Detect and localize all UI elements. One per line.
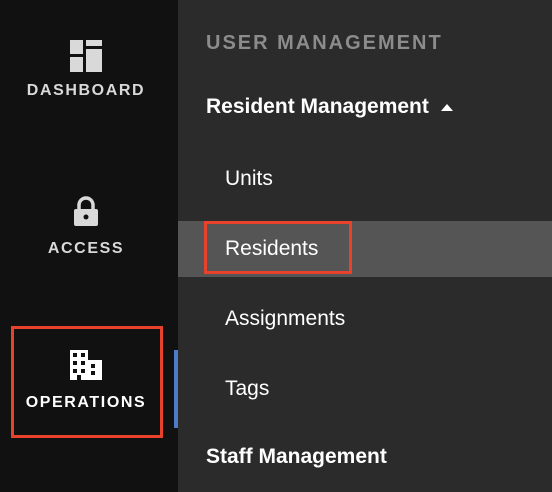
operations-highlight-box — [11, 326, 163, 438]
staff-management-toggle[interactable]: Staff Management — [206, 445, 387, 469]
nav-item-label: Units — [225, 167, 273, 190]
rail-item-dashboard[interactable]: DASHBOARD — [0, 40, 172, 100]
rail-label-access: ACCESS — [47, 240, 125, 257]
rail-label-dashboard: DASHBOARD — [26, 82, 146, 99]
group-label: Resident Management — [206, 95, 429, 118]
rail-item-access[interactable]: ACCESS — [0, 196, 172, 258]
dashboard-icon — [70, 40, 102, 72]
caret-up-icon — [440, 103, 453, 111]
lock-icon — [74, 196, 98, 226]
nav-item-assignments[interactable]: Assignments — [178, 291, 552, 347]
nav-item-label: Assignments — [225, 307, 346, 330]
group-label: Staff Management — [206, 445, 387, 468]
nav-item-label: Tags — [225, 377, 270, 400]
section-title: USER MANAGEMENT — [206, 32, 443, 54]
nav-item-units[interactable]: Units — [178, 151, 552, 207]
residents-highlight-box — [204, 221, 352, 274]
resident-management-toggle[interactable]: Resident Management — [206, 95, 453, 119]
nav-item-tags[interactable]: Tags — [178, 361, 552, 417]
